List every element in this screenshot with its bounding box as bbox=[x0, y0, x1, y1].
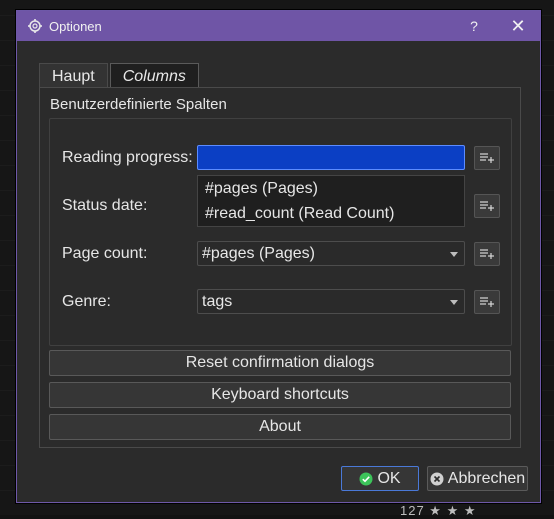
genre-combo[interactable]: tags bbox=[197, 289, 465, 314]
reset-confirmation-button[interactable]: Reset confirmation dialogs bbox=[49, 350, 511, 376]
reading-progress-dropdown: #pages (Pages) #read_count (Read Count) bbox=[197, 175, 465, 227]
cancel-circle-icon bbox=[430, 472, 444, 485]
add-column-icon bbox=[480, 297, 494, 307]
custom-columns-group: Reading progress: #pages (Pages) #read_c… bbox=[49, 118, 512, 346]
add-column-icon bbox=[480, 201, 494, 211]
close-icon: ✕ bbox=[510, 15, 526, 36]
chevron-down-icon bbox=[450, 300, 458, 305]
dropdown-option[interactable]: #pages (Pages) bbox=[198, 176, 464, 201]
group-title: Benutzerdefinierte Spalten bbox=[50, 96, 227, 113]
status-date-add-button[interactable] bbox=[474, 194, 500, 218]
tab-haupt-label: Haupt bbox=[52, 67, 95, 85]
genre-value: tags bbox=[202, 292, 233, 310]
tab-haupt[interactable]: Haupt bbox=[39, 63, 108, 89]
background-footer-text: 127 ★ ★ ★ bbox=[400, 503, 477, 518]
title-bar: Optionen ? ✕ bbox=[17, 11, 540, 41]
page-count-label: Page count: bbox=[62, 245, 148, 262]
cancel-button[interactable]: Abbrechen bbox=[427, 466, 528, 491]
page-count-combo[interactable]: #pages (Pages) bbox=[197, 241, 465, 266]
keyboard-shortcuts-button[interactable]: Keyboard shortcuts bbox=[49, 382, 511, 408]
genre-label: Genre: bbox=[62, 293, 111, 310]
help-icon: ? bbox=[470, 18, 478, 34]
chevron-down-icon bbox=[450, 252, 458, 257]
tab-columns-label: Columns bbox=[122, 67, 186, 85]
ok-label: OK bbox=[377, 469, 401, 487]
tab-columns[interactable]: Columns bbox=[109, 63, 199, 89]
columns-panel: Benutzerdefinierte Spalten Reading progr… bbox=[39, 87, 521, 448]
reset-confirmation-label: Reset confirmation dialogs bbox=[185, 354, 375, 371]
reading-progress-label: Reading progress: bbox=[62, 149, 193, 166]
add-column-icon bbox=[480, 249, 494, 259]
dropdown-option[interactable]: #read_count (Read Count) bbox=[198, 201, 464, 226]
gear-icon bbox=[28, 19, 42, 33]
add-column-icon bbox=[480, 153, 494, 163]
about-label: About bbox=[259, 418, 301, 435]
genre-add-button[interactable] bbox=[474, 290, 500, 314]
about-button[interactable]: About bbox=[49, 414, 511, 440]
reading-progress-combo[interactable] bbox=[197, 145, 465, 170]
cancel-label: Abbrechen bbox=[447, 469, 526, 487]
page-count-value: #pages (Pages) bbox=[202, 244, 315, 262]
close-button[interactable]: ✕ bbox=[496, 11, 540, 41]
page-count-add-button[interactable] bbox=[474, 242, 500, 266]
keyboard-shortcuts-label: Keyboard shortcuts bbox=[211, 386, 349, 403]
help-button[interactable]: ? bbox=[452, 11, 496, 41]
tab-bar: Haupt Columns bbox=[39, 63, 201, 89]
reading-progress-add-button[interactable] bbox=[474, 146, 500, 170]
check-circle-icon bbox=[359, 472, 373, 485]
window-title: Optionen bbox=[49, 18, 102, 34]
ok-button[interactable]: OK bbox=[341, 466, 419, 491]
status-date-label: Status date: bbox=[62, 197, 148, 214]
options-dialog: Optionen ? ✕ Haupt Columns Benutzerdefin… bbox=[16, 10, 541, 503]
